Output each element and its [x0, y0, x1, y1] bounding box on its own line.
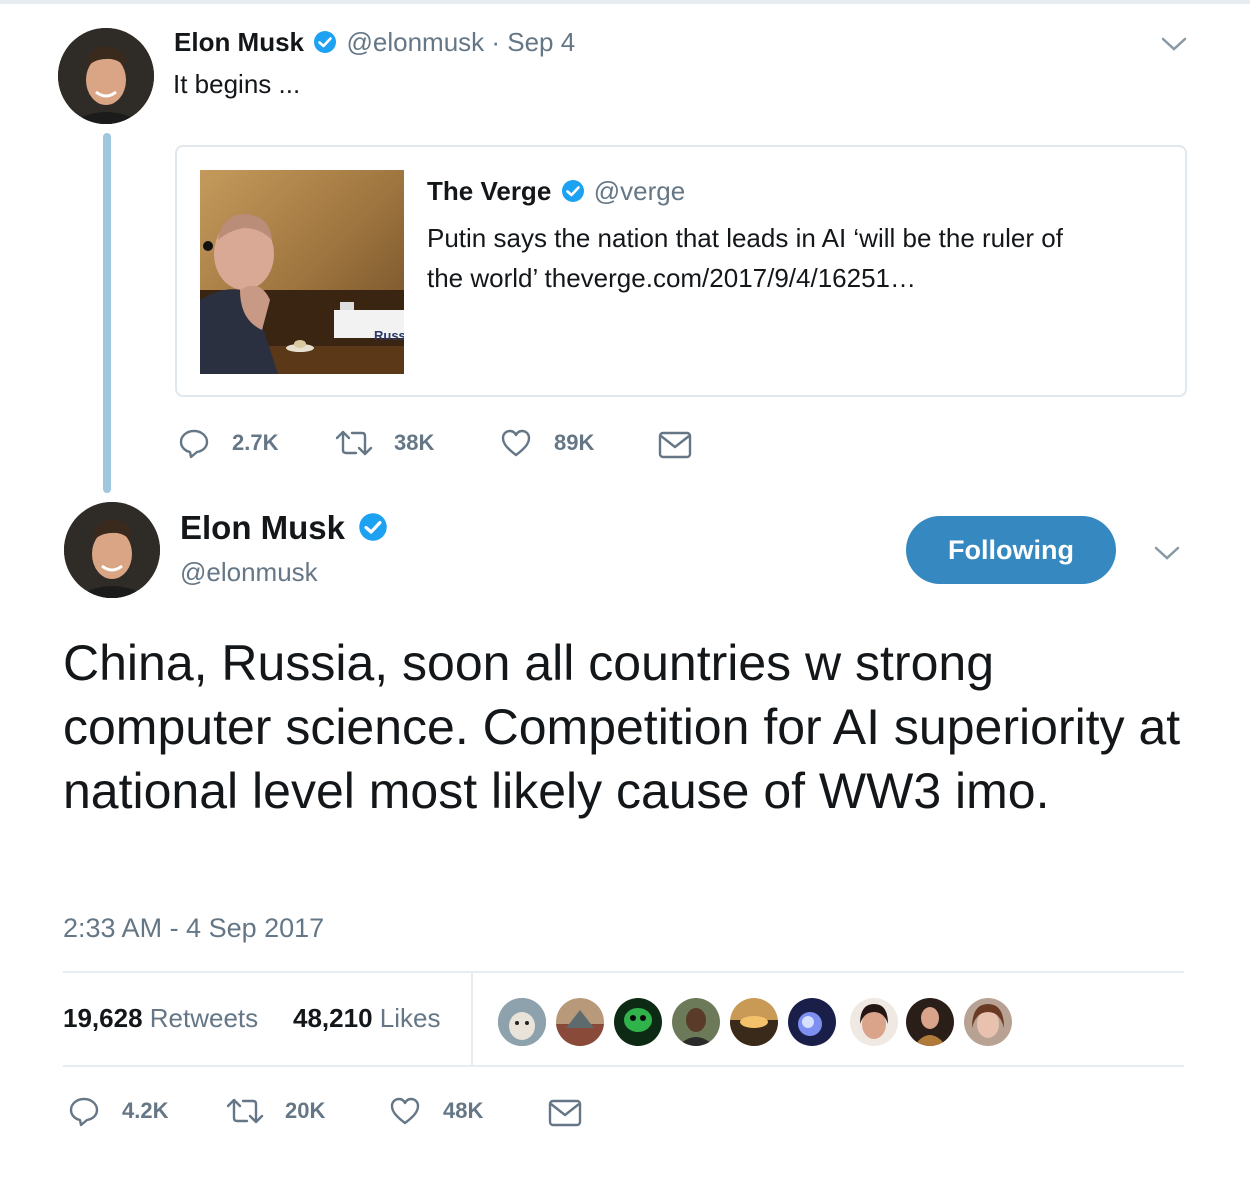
- following-button[interactable]: Following: [906, 516, 1116, 584]
- retweet-icon: [226, 1098, 264, 1124]
- direct-message-icon[interactable]: [658, 431, 692, 459]
- liker-photo: [850, 998, 898, 1046]
- reply-action[interactable]: 2.7K: [178, 427, 278, 459]
- verified-badge-icon: [561, 180, 584, 203]
- main-tweet-author: Elon Musk: [180, 508, 388, 548]
- retweet-action[interactable]: 20K: [225, 1095, 325, 1127]
- likes-stat[interactable]: 48,210 Likes: [293, 1002, 440, 1034]
- divider: [63, 971, 1184, 973]
- liker-photo: [964, 998, 1012, 1046]
- retweet-action[interactable]: 38K: [334, 427, 434, 459]
- thread-connector-line: [103, 133, 111, 493]
- like-action[interactable]: 48K: [389, 1095, 483, 1127]
- author-name[interactable]: Elon Musk: [180, 509, 345, 546]
- liker-avatar[interactable]: [728, 996, 780, 1048]
- author-handle[interactable]: @elonmusk: [180, 556, 318, 588]
- liker-avatar[interactable]: [554, 996, 606, 1048]
- chevron-down-icon[interactable]: [1160, 34, 1188, 54]
- quoted-image-photo: [200, 170, 404, 374]
- direct-message-icon[interactable]: [548, 1099, 582, 1127]
- liker-avatar[interactable]: [612, 996, 664, 1048]
- retweets-count: 19,628: [63, 1003, 143, 1033]
- divider: [63, 1065, 1184, 1067]
- main-tweet-text: China, Russia, soon all countries w stro…: [63, 635, 1181, 819]
- liker-photo: [730, 998, 778, 1046]
- liker-avatar[interactable]: [670, 996, 722, 1048]
- quoted-author-name[interactable]: The Verge: [427, 176, 551, 206]
- quoted-handle[interactable]: @verge: [594, 176, 685, 206]
- likes-count: 48,210: [293, 1003, 373, 1033]
- liker-avatar[interactable]: [962, 996, 1014, 1048]
- liker-avatar[interactable]: [786, 996, 838, 1048]
- liker-photo: [614, 998, 662, 1046]
- reply-count: 2.7K: [232, 430, 279, 455]
- retweet-icon: [335, 430, 373, 456]
- reply-icon: [69, 1097, 99, 1127]
- verified-badge-icon: [359, 513, 387, 542]
- author-name[interactable]: Elon Musk: [174, 27, 304, 57]
- tweet-header: Elon Musk @elonmusk · Sep 4: [174, 26, 575, 58]
- handle-and-date[interactable]: @elonmusk · Sep 4: [346, 27, 575, 57]
- reply-icon: [179, 429, 209, 459]
- tweet-text: It begins ...: [173, 69, 301, 99]
- top-divider: [0, 0, 1250, 4]
- quoted-text-line-1: Putin says the nation that leads in AI ‘…: [427, 223, 1063, 253]
- like-count: 48K: [443, 1098, 484, 1123]
- reply-action[interactable]: 4.2K: [68, 1095, 168, 1127]
- quoted-tweet-header: The Verge @verge: [427, 175, 685, 207]
- liker-avatar[interactable]: [904, 996, 956, 1048]
- liker-avatar[interactable]: [848, 996, 900, 1048]
- tweet-timestamp[interactable]: 2:33 AM - 4 Sep 2017: [63, 911, 324, 945]
- quoted-tweet-text: Putin says the nation that leads in AI ‘…: [427, 218, 1063, 298]
- liker-photo: [788, 998, 836, 1046]
- retweet-count: 20K: [285, 1098, 326, 1123]
- avatar-photo: [64, 502, 160, 598]
- likes-label: Likes: [379, 1003, 441, 1033]
- stats-divider: [471, 973, 473, 1065]
- liker-avatar[interactable]: [496, 996, 548, 1048]
- like-count: 89K: [554, 430, 595, 455]
- retweet-count: 38K: [394, 430, 435, 455]
- avatar[interactable]: [64, 502, 160, 598]
- quoted-image-sign-text: Russ: [374, 328, 404, 343]
- liker-photo: [556, 998, 604, 1046]
- liker-photo: [498, 998, 546, 1046]
- retweets-stat[interactable]: 19,628 Retweets: [63, 1002, 258, 1034]
- chevron-down-icon[interactable]: [1153, 543, 1181, 563]
- retweets-label: Retweets: [149, 1003, 259, 1033]
- liker-photo: [906, 998, 954, 1046]
- like-action[interactable]: 89K: [500, 427, 594, 459]
- liker-photo: [672, 998, 720, 1046]
- avatar-photo: [58, 28, 154, 124]
- quoted-tweet-image: Russ: [200, 170, 404, 374]
- reply-count: 4.2K: [122, 1098, 169, 1123]
- avatar[interactable]: [58, 28, 154, 124]
- heart-icon: [501, 429, 531, 457]
- verified-badge-icon: [314, 31, 337, 54]
- quoted-text-line-2: the world’ theverge.com/2017/9/4/16251…: [427, 263, 917, 293]
- heart-icon: [390, 1097, 420, 1125]
